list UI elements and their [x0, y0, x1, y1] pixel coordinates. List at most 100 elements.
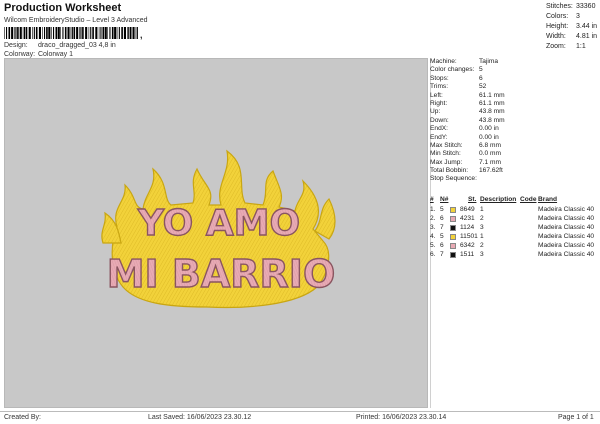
machine-info-row: Total Bobbin: 167.62ft: [430, 167, 600, 175]
machine-info-label: EndY:: [430, 133, 448, 141]
col-header-brand: Brand: [538, 196, 558, 203]
stat-value: 33360: [576, 3, 596, 10]
color-swatch: [450, 233, 456, 240]
cell-brand: Madeira Classic 40: [538, 206, 595, 213]
col-header-description: Description: [480, 196, 517, 203]
machine-info-label: Stop Sequence:: [430, 175, 477, 183]
table-row: 4. 5 11501 1 Madeira Classic 40: [430, 232, 600, 241]
machine-info-label: Color changes:: [430, 66, 475, 74]
col-header-st: St.: [468, 196, 477, 203]
machine-info-value: 0.00 in: [479, 133, 499, 141]
cell-n: 5: [440, 233, 444, 240]
stat-label: Colors:: [546, 13, 569, 20]
machine-info-value: 61.1 mm: [479, 91, 505, 99]
machine-info-label: EndX:: [430, 125, 448, 133]
cell-num: 5.: [430, 242, 436, 249]
barcode-image: [4, 27, 138, 39]
cell-brand: Madeira Classic 40: [538, 251, 595, 258]
cell-brand: Madeira Classic 40: [538, 215, 595, 222]
stop-sequence-header: # N# St. Description Code Brand: [430, 196, 600, 205]
worksheet-footer: Created By: Last Saved: 16/06/2023 23.30…: [0, 411, 600, 424]
cell-st: 6342: [460, 242, 475, 249]
machine-info-label: Up:: [430, 108, 441, 116]
cell-n: 6: [440, 242, 444, 249]
stat-value: 1:1: [576, 43, 586, 50]
machine-info-label: Stops:: [430, 74, 449, 82]
machine-info-value: 43.8 mm: [479, 108, 505, 116]
color-swatch: [450, 215, 456, 222]
cell-st: 11501: [460, 233, 478, 240]
footer-created-by: Created By:: [4, 414, 41, 421]
col-header-code: Code: [520, 196, 537, 203]
machine-info-panel: Machine: Tajima Color changes: 5 Stops: 6 Trim…: [430, 58, 600, 184]
color-swatch: [450, 251, 456, 258]
footer-last-saved: Last Saved: 16/06/2023 23.30.12: [148, 414, 252, 421]
design-label: Design:: [4, 42, 28, 49]
machine-info-value: Tajima: [479, 58, 499, 65]
cell-num: 4.: [430, 233, 436, 240]
table-row: 3. 7 1124 3 Madeira Classic 40: [430, 223, 600, 232]
color-swatch: [450, 206, 456, 213]
worksheet-header: Production Worksheet Wilcom EmbroiderySt…: [0, 0, 600, 60]
machine-info-label: Min Stitch:: [430, 150, 461, 158]
stat-label: Stitches:: [546, 3, 573, 10]
stat-row-width: Width: 4.81 in: [546, 32, 600, 42]
cell-st: 4231: [460, 215, 475, 222]
software-subtitle: Wilcom EmbroideryStudio – Level 3 Advanc…: [4, 17, 148, 24]
cell-description: 3: [480, 224, 484, 231]
cell-n: 7: [440, 251, 444, 258]
table-row: 2. 6 4231 2 Madeira Classic 40: [430, 214, 600, 223]
machine-info-value: 52: [479, 83, 487, 91]
machine-info-value: 5: [479, 66, 483, 74]
col-header-n: N#: [440, 196, 449, 203]
machine-info-row: Stop Sequence:: [430, 175, 600, 183]
machine-info-row: Trims: 52: [430, 83, 600, 91]
machine-info-row: EndX: 0.00 in: [430, 125, 600, 133]
machine-info-row: EndY: 0.00 in: [430, 134, 600, 142]
cell-description: 1: [480, 233, 484, 240]
machine-info-row: Left: 61.1 mm: [430, 92, 600, 100]
cell-num: 1.: [430, 206, 436, 213]
machine-info-label: Total Bobbin:: [430, 167, 469, 175]
stat-value: 3: [576, 13, 580, 20]
design-preview-canvas: YO AMO MI BARRIO: [4, 58, 428, 408]
colorway-label: Colorway:: [4, 51, 36, 58]
colorway-value: Colorway 1: [37, 51, 73, 58]
machine-info-value: 43.8 mm: [479, 116, 505, 124]
color-swatch: [450, 242, 456, 249]
machine-info-row: Up: 43.8 mm: [430, 108, 600, 116]
machine-info-row: Max Jump: 7.1 mm: [430, 159, 600, 167]
design-text-line1: YO AMO: [137, 203, 300, 244]
stat-value: 4.81 in: [576, 33, 598, 40]
stat-row-colors: Colors: 3: [546, 12, 600, 22]
col-header-num: #: [430, 196, 434, 203]
machine-info-value: 6: [479, 74, 483, 82]
machine-info-row: Stops: 6: [430, 75, 600, 83]
machine-info-label: Left:: [430, 91, 443, 99]
machine-info-row: Machine: Tajima: [430, 58, 600, 66]
cell-brand: Madeira Classic 40: [538, 224, 595, 231]
stat-row-height: Height: 3.44 in: [546, 22, 600, 32]
machine-info-row: Min Stitch: 0.0 mm: [430, 150, 600, 158]
cell-description: 1: [480, 206, 484, 213]
cell-brand: Madeira Classic 40: [538, 233, 595, 240]
design-value: draco_dragged_03 4,8 in: [37, 42, 116, 49]
cell-description: 2: [480, 242, 484, 249]
design-text-line2: MI BARRIO: [107, 252, 336, 296]
machine-info-value: 167.62ft: [479, 167, 503, 175]
cell-description: 3: [480, 251, 484, 258]
machine-info-row: Right: 61.1 mm: [430, 100, 600, 108]
stat-label: Zoom:: [546, 43, 566, 50]
machine-info-label: Trims:: [430, 83, 449, 91]
table-row: 1. 5 8649 1 Madeira Classic 40: [430, 205, 600, 214]
machine-info-value: 6.8 mm: [479, 141, 501, 149]
machine-info-value: 7.1 mm: [479, 158, 501, 166]
color-swatch: [450, 224, 456, 231]
colorway-row: Colorway: Colorway 1: [4, 51, 73, 58]
machine-info-label: Max Stitch:: [430, 141, 463, 149]
stat-row-zoom: Zoom: 1:1: [546, 42, 600, 52]
embroidery-design-image: YO AMO MI BARRIO: [101, 149, 336, 309]
cell-num: 6.: [430, 251, 436, 258]
machine-info-row: Down: 43.8 mm: [430, 117, 600, 125]
stat-value: 3.44 in: [576, 23, 598, 30]
